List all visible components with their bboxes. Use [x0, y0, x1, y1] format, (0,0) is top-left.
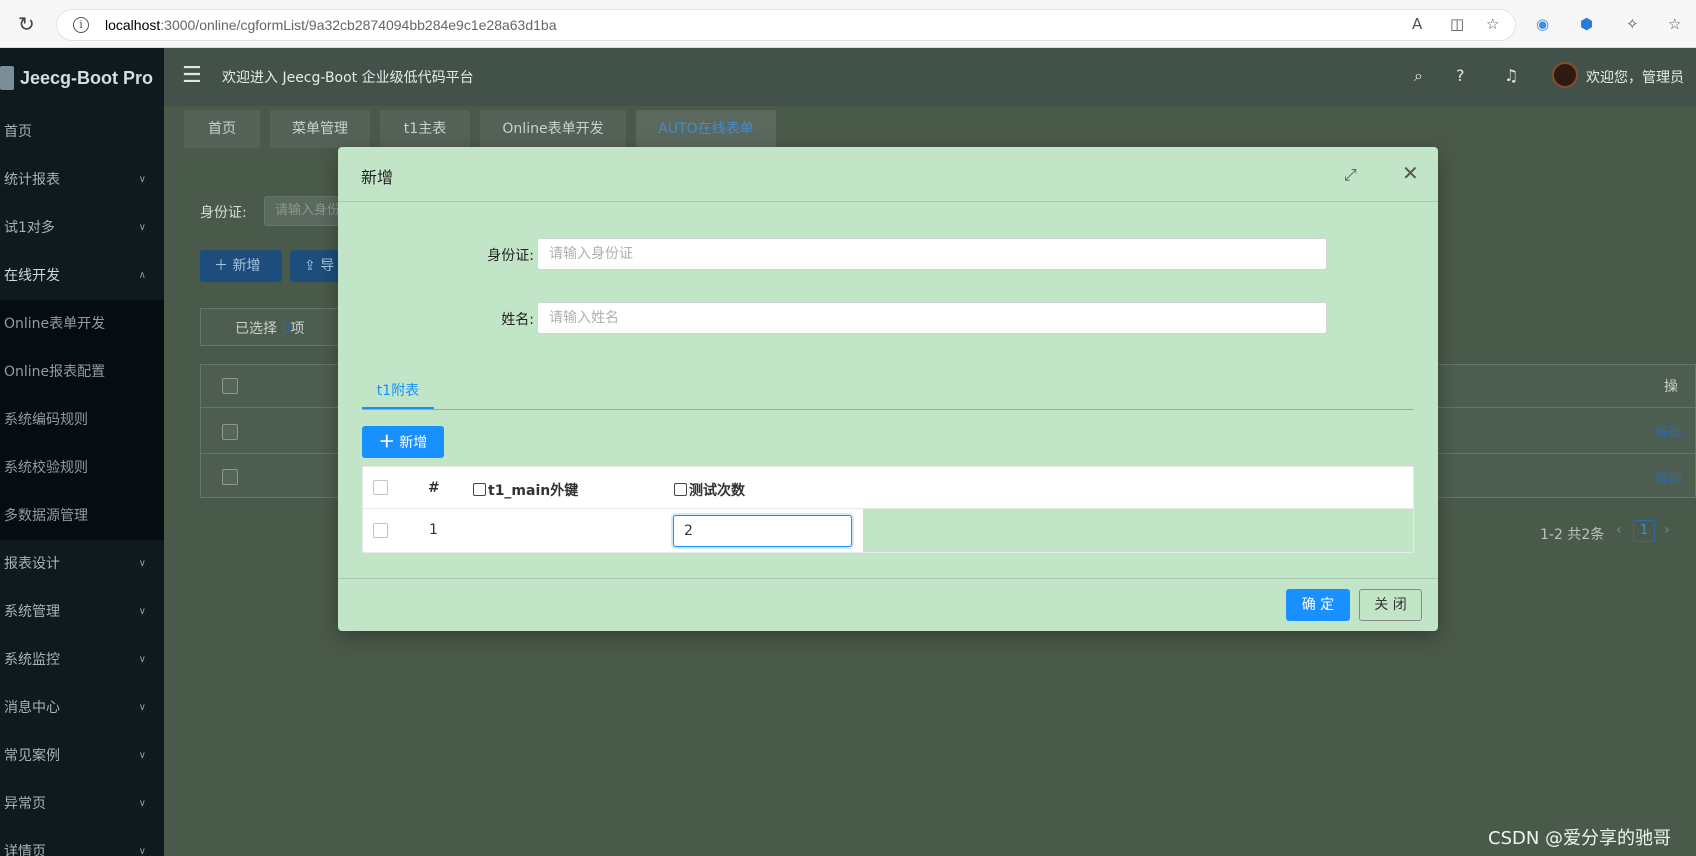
chevron-down-icon: ∨ — [138, 702, 146, 713]
extensions-icon[interactable]: ✧ — [1626, 15, 1639, 33]
browser-toolbar: ↻ i localhost:3000/online/cgformList/9a3… — [0, 0, 1696, 48]
sidebar-item-home[interactable]: 首页 — [0, 108, 164, 156]
sidebar-item-report-design[interactable]: 报表设计 ∨ — [0, 540, 164, 588]
tab-t1-main[interactable]: t1主表 — [380, 110, 470, 148]
sidebar-submenu: Online表单开发 Online报表配置 系统编码规则 系统校验规则 多数据源… — [0, 300, 164, 540]
page-number[interactable]: 1 — [1633, 520, 1655, 542]
chevron-down-icon: ∨ — [138, 558, 146, 569]
row-checkbox[interactable] — [373, 523, 388, 538]
tab-home[interactable]: 首页 — [184, 110, 260, 148]
col-index-header: # — [428, 480, 440, 496]
sidebar-item-online-form[interactable]: Online表单开发 — [0, 300, 164, 348]
chevron-down-icon: ∨ — [138, 222, 146, 233]
tab-online-form[interactable]: Online表单开发 — [480, 110, 626, 148]
modal-title: 新增 — [361, 168, 394, 187]
site-info-icon[interactable]: i — [73, 17, 89, 33]
user-greeting[interactable]: 欢迎您，管理员 — [1586, 67, 1684, 87]
chevron-down-icon: ∨ — [138, 798, 146, 809]
address-bar[interactable]: i localhost:3000/online/cgformList/9a32c… — [56, 9, 1516, 41]
split-screen-icon[interactable]: ◫ — [1450, 15, 1464, 33]
sidebar-item-examples[interactable]: 常见案例 ∨ — [0, 732, 164, 780]
id-card-label: 身份证: — [487, 248, 534, 264]
welcome-text: 欢迎进入 Jeecg-Boot 企业级低代码平台 — [222, 70, 474, 86]
tab-menu-manage[interactable]: 菜单管理 — [270, 110, 370, 148]
sidebar-item-system[interactable]: 系统管理 ∨ — [0, 588, 164, 636]
prev-page-icon[interactable]: ‹ — [1616, 522, 1622, 538]
id-card-input[interactable]: 请输入身份证 — [537, 238, 1327, 270]
favorite-icon[interactable]: ☆ — [1486, 15, 1499, 33]
sidebar: Jeecg-Boot Pro 首页 统计报表 ∨ 试1对多 ∨ 在线开发 ∧ Onli… — [0, 48, 164, 856]
sidebar-item-online-report[interactable]: Online报表配置 — [0, 348, 164, 396]
col-count-header: 测试次数 — [674, 480, 745, 500]
name-label: 姓名: — [501, 312, 534, 328]
modal-header: 新增 ⤢ ✕ — [338, 147, 1438, 202]
bell-icon[interactable]: ♫ — [1504, 66, 1518, 85]
select-all-checkbox[interactable] — [373, 480, 388, 495]
sidebar-item-check-rule[interactable]: 系统校验规则 — [0, 444, 164, 492]
chevron-down-icon: ∨ — [138, 846, 146, 856]
tab-t1-sub[interactable]: t1附表 — [362, 373, 434, 409]
modal-footer: 确 定 关 闭 — [338, 578, 1438, 631]
row-checkbox-bg[interactable] — [222, 424, 238, 440]
add-modal: 新增 ⤢ ✕ 身份证: 请输入身份证 姓名: 请输入姓名 t1附表 ＋ 新增 #… — [338, 147, 1438, 631]
url-text: localhost:3000/online/cgformList/9a32cb2… — [105, 17, 557, 33]
pager-total: 1-2 共2条 — [1540, 527, 1605, 543]
sidebar-item-code-rule[interactable]: 系统编码规则 — [0, 396, 164, 444]
extension-icon[interactable]: ◉ — [1536, 15, 1549, 33]
sidebar-item-online-dev[interactable]: 在线开发 ∧ — [0, 252, 164, 300]
search-label: 身份证: — [200, 205, 247, 221]
app-logo[interactable]: Jeecg-Boot Pro — [0, 48, 164, 108]
favorites-bar-icon[interactable]: ☆ — [1668, 15, 1681, 33]
extension-shield-icon[interactable]: ⬢ — [1580, 15, 1593, 33]
close-button[interactable]: 关 闭 — [1359, 589, 1422, 621]
count-cell-input[interactable]: 2 — [673, 515, 852, 547]
edit-link[interactable]: 编辑 — [1654, 468, 1682, 488]
reload-icon[interactable]: ↻ — [18, 14, 38, 34]
sub-table-header: # t1_main外键 测试次数 — [362, 466, 1414, 509]
search-input[interactable]: 请输入身份 — [264, 196, 344, 226]
ok-button[interactable]: 确 定 — [1286, 589, 1350, 621]
close-icon[interactable]: ✕ — [1402, 161, 1419, 185]
edit-icon — [473, 483, 486, 496]
row-index: 1 — [429, 522, 438, 538]
actions-column-header: 操 — [1664, 379, 1678, 395]
help-icon[interactable]: ? — [1456, 66, 1465, 85]
edit-link[interactable]: 编辑 — [1654, 422, 1682, 442]
search-icon[interactable]: ⌕ — [1414, 66, 1423, 86]
next-page-icon[interactable]: › — [1664, 522, 1670, 538]
edit-icon — [674, 483, 687, 496]
sidebar-item-detail[interactable]: 详情页 ∨ — [0, 828, 164, 856]
app-header: ☰ 欢迎进入 Jeecg-Boot 企业级低代码平台 ⌕ ? ♫ 欢迎您，管理员 — [164, 48, 1696, 106]
sub-table: # t1_main外键 测试次数 1 2 — [362, 466, 1414, 553]
chevron-down-icon: ∨ — [138, 654, 146, 665]
add-button-bg[interactable]: ＋ 新增 — [200, 250, 282, 282]
sidebar-item-stats[interactable]: 统计报表 ∨ — [0, 156, 164, 204]
sidebar-item-monitor[interactable]: 系统监控 ∨ — [0, 636, 164, 684]
avatar[interactable] — [1552, 62, 1578, 88]
chevron-down-icon: ∨ — [138, 606, 146, 617]
sidebar-item-exception[interactable]: 异常页 ∨ — [0, 780, 164, 828]
name-input[interactable]: 请输入姓名 — [537, 302, 1327, 334]
sidebar-item-datasource[interactable]: 多数据源管理 — [0, 492, 164, 540]
tab-divider — [362, 409, 1414, 410]
table-row: 1 2 — [362, 509, 1414, 553]
chevron-down-icon: ∨ — [138, 750, 146, 761]
select-all-checkbox-bg[interactable] — [222, 378, 238, 394]
logo-text: Jeecg-Boot Pro — [20, 67, 154, 88]
row-checkbox-bg[interactable] — [222, 469, 238, 485]
tab-auto-form[interactable]: AUTO在线表单 — [636, 110, 776, 148]
chevron-down-icon: ∨ — [138, 174, 146, 185]
add-row-button[interactable]: ＋ 新增 — [362, 426, 444, 458]
logo-icon — [0, 66, 14, 90]
menu-toggle-icon[interactable]: ☰ — [182, 63, 202, 88]
sidebar-item-one-to-many[interactable]: 试1对多 ∨ — [0, 204, 164, 252]
col-fk-header: t1_main外键 — [473, 480, 578, 500]
read-aloud-icon[interactable]: A — [1412, 15, 1422, 33]
sidebar-item-messages[interactable]: 消息中心 ∨ — [0, 684, 164, 732]
selection-alert: 已选择 0项 — [200, 308, 360, 346]
fullscreen-icon[interactable]: ⤢ — [1344, 165, 1357, 185]
watermark: CSDN @爱分享的驰哥 — [1488, 828, 1672, 849]
chevron-up-icon: ∧ — [138, 270, 146, 281]
